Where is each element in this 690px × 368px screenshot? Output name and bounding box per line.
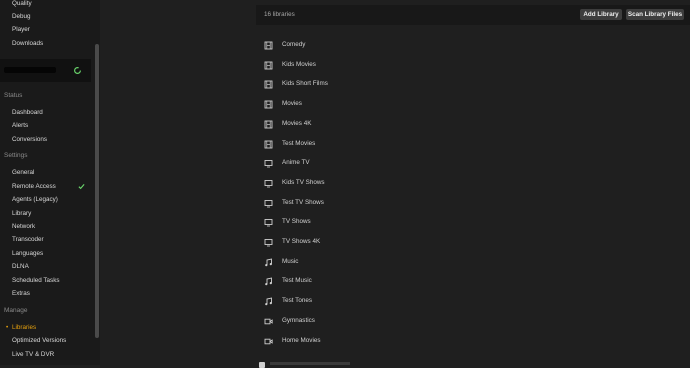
film-icon [264,140,273,148]
sidebar-item-agents-legacy[interactable]: Agents (Legacy) [12,196,58,204]
sidebar: Quality Debug Player Downloads Status Da… [0,0,100,365]
library-name: Test Tones [282,297,312,305]
library-row[interactable]: Music [264,257,564,269]
music-icon [265,277,272,286]
library-name: Home Movies [282,336,321,344]
library-row[interactable]: Test Movies [264,139,564,151]
library-name: Test TV Shows [282,198,324,206]
film-icon [264,120,273,129]
film-icon [264,41,273,50]
sidebar-item-transcoder[interactable]: Transcoder [12,236,44,244]
add-library-button[interactable]: Add Library [580,9,622,20]
library-row[interactable]: Kids TV Shows [264,178,564,190]
library-count: 16 libraries [264,11,295,18]
sidebar-item-debug[interactable]: Debug [12,13,31,21]
library-name: Movies [282,100,302,108]
library-name: TV Shows 4K [282,238,321,245]
sidebar-item-remote-access[interactable]: Remote Access [12,183,56,191]
library-row[interactable]: Test TV Shows [264,198,564,210]
sidebar-item-dashboard[interactable]: Dashboard [12,109,43,117]
library-name: Anime TV [282,159,310,167]
library-name: Kids Short Films [282,80,328,88]
video-icon [264,318,273,325]
library-row[interactable]: Movies [264,99,564,111]
library-row[interactable]: Gymnastics [264,316,564,328]
tv-icon [264,239,273,247]
library-name: Kids Movies [282,60,316,68]
tv-icon [264,179,273,188]
scan-library-files-button[interactable]: Scan Library Files [626,9,684,20]
libraries-toolbar [256,5,690,25]
video-icon [264,338,273,344]
library-row[interactable]: Test Tones [264,296,564,308]
library-row[interactable]: Kids Short Films [264,79,564,91]
checkbox[interactable] [259,362,265,368]
library-row[interactable]: Anime TV [264,158,564,170]
library-row[interactable]: Kids Movies [264,60,564,72]
sidebar-item-downloads[interactable]: Downloads [12,40,43,48]
library-name: Music [282,257,299,265]
library-name: Movies 4K [282,119,312,127]
library-name: Test Movies [282,139,316,147]
sidebar-item-libraries-label: Libraries [12,324,37,331]
sidebar-item-libraries[interactable]: • Libraries [6,324,36,332]
library-row[interactable]: Comedy [264,40,564,52]
sidebar-item-optimized-versions[interactable]: Optimized Versions [12,337,66,345]
tv-icon [264,160,273,168]
check-icon [78,184,85,190]
refresh-icon [74,67,81,74]
film-icon [264,80,273,89]
library-name: Test Music [282,277,312,285]
library-row[interactable]: TV Shows 4K [264,237,564,249]
sidebar-item-network[interactable]: Network [12,223,35,231]
sidebar-item-general[interactable]: General [12,169,34,177]
music-icon [265,297,272,306]
library-row[interactable]: Home Movies [264,336,564,348]
sidebar-item-scheduled-tasks[interactable]: Scheduled Tasks [12,277,60,285]
film-icon [264,61,273,70]
section-header-status: Status [4,92,23,99]
library-row[interactable]: TV Shows [264,217,564,229]
sidebar-scrollbar[interactable] [95,44,99,338]
sidebar-item-live-tv-dvr[interactable]: Live TV & DVR [12,351,54,359]
tv-icon [264,199,273,207]
section-header-settings: Settings [4,152,28,159]
tv-icon [264,219,273,227]
server-name-redacted [4,67,56,73]
library-name: Gymnastics [282,316,315,324]
library-name: TV Shows [282,218,311,226]
library-row[interactable]: Movies 4K [264,119,564,131]
sidebar-item-conversions[interactable]: Conversions [12,136,47,144]
music-icon [265,258,272,266]
section-header-manage: Manage [4,307,28,314]
film-icon [264,100,273,109]
server-selector[interactable] [0,59,91,82]
library-row[interactable]: Test Music [264,276,564,288]
sidebar-item-dlna[interactable]: DLNA [12,263,29,271]
sidebar-item-languages[interactable]: Languages [12,250,43,258]
sidebar-item-library[interactable]: Library [12,210,31,218]
sidebar-item-alerts[interactable]: Alerts [12,122,28,130]
library-name: Comedy [282,41,306,48]
library-name: Kids TV Shows [282,178,325,186]
sidebar-item-player[interactable]: Player [12,26,30,34]
sidebar-item-extras[interactable]: Extras [12,290,30,298]
sidebar-item-quality[interactable]: Quality [12,0,32,8]
